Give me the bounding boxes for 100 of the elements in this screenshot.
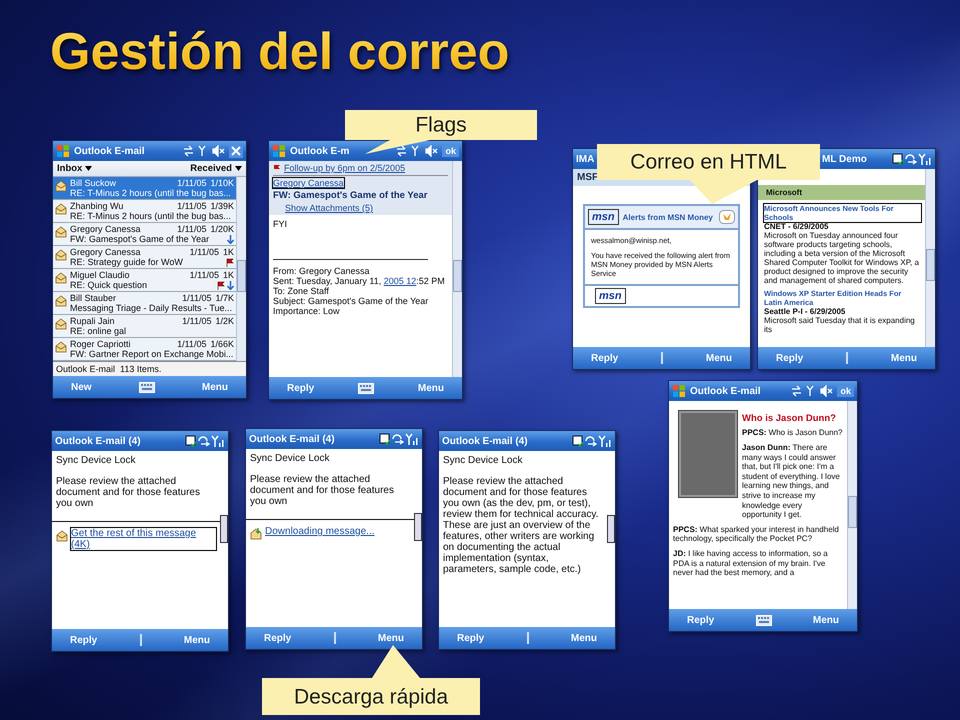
caret-icon[interactable] (85, 166, 92, 171)
article-paragraph: PPCS: What sparked your interest in handheld technology, specifically the Pocket PC? (673, 524, 840, 544)
message-row[interactable]: Bill Stauber 1/11/05 1/7K Messaging Triage - Daily Results - Tue... (53, 292, 236, 315)
status-icons-drawing[interactable] (185, 434, 225, 448)
folder-dropdown[interactable]: Inbox (57, 163, 82, 174)
envelope-icon (55, 226, 67, 238)
softkey-button[interactable]: Reply (287, 382, 314, 394)
message-subject: FW: Gamespot's Game of the Year (70, 234, 210, 244)
sender-name: Zhanbing Wu (70, 201, 124, 211)
message-subject: RE: T-Minus 2 hours (until the bug bas... (70, 188, 232, 198)
sender-name: Roger Capriotti (70, 339, 132, 349)
message-row[interactable]: Miguel Claudio 1/11/05 1K RE: Quick question (53, 269, 236, 292)
date-link[interactable]: 2005 12 (384, 276, 416, 286)
article-paragraph: PPCS: Who is Jason Dunn? (742, 428, 843, 438)
followup-link[interactable]: Follow-up by 6pm on 2/5/2005 (284, 163, 406, 173)
softkey-button[interactable]: New (71, 382, 92, 392)
message-row[interactable]: Rupali Jain 1/11/05 1/2K RE: online gal (53, 315, 236, 338)
envelope-icon (55, 180, 67, 192)
softkey-button[interactable]: Menu (706, 352, 732, 364)
status-icons-drawing[interactable] (572, 434, 612, 448)
caret-icon[interactable] (235, 166, 242, 171)
sender-name: Bill Suckow (70, 178, 118, 188)
ok-button[interactable]: ok (837, 385, 854, 397)
attachments-link[interactable]: Show Attachments (5) (285, 203, 374, 213)
callout-text: Flags (415, 113, 467, 137)
downloading-link[interactable]: Downloading message... (265, 526, 375, 537)
envelope-icon (55, 203, 67, 215)
window-title: Outlook E-mail (690, 386, 761, 396)
keyboard-icon[interactable] (358, 382, 374, 394)
message-date: 1/11/05 (177, 201, 206, 211)
header-line: Sent: Tuesday, January 11, 2005 12:52 PM (272, 276, 446, 286)
callout-text: Descarga rápida (294, 684, 448, 708)
ok-button[interactable]: ok (442, 145, 459, 157)
sender-link[interactable]: Gregory Canessa (273, 178, 344, 188)
softkey-button[interactable]: Menu (890, 352, 917, 364)
message-subject: RE: T-Minus 2 hours (until the bug bas... (70, 211, 232, 221)
section-header: Microsoft (758, 185, 925, 200)
message-row[interactable]: Bill Suckow 1/11/05 1/10K RE: T-Minus 2 hours (until the bug bas... (53, 177, 236, 200)
card-title: Alerts from MSN Money (622, 212, 714, 222)
envelope-icon (250, 528, 262, 540)
message-size: 1/2K (215, 316, 234, 326)
article-paragraph: JD: I like having access to information, so a PDA is a natural extension of my brain. I've never had the best memory, and a (673, 548, 829, 578)
message-row[interactable]: Gregory Canessa 1/11/05 1K RE: Strategy guide for WoW (53, 246, 236, 269)
article-heading: Who is Jason Dunn? (742, 413, 837, 424)
message-row[interactable]: Zhanbing Wu 1/11/05 1/39K RE: T-Minus 2 hours (until the bug bas... (53, 200, 236, 223)
softkey-button[interactable]: Menu (184, 634, 210, 646)
start-menu-icon[interactable] (272, 144, 286, 158)
envelope-icon (55, 341, 67, 353)
window-title: ML Demo (822, 154, 867, 164)
softkey-button[interactable]: Reply (687, 614, 714, 626)
window-title: Outlook E-mail (74, 146, 145, 156)
news-source: CNET - 6/29/2005 (764, 222, 830, 231)
message-subject: RE: Strategy guide for WoW (70, 257, 184, 267)
message-subject: Sync Device Lock (56, 455, 136, 466)
sort-dropdown[interactable]: Received (190, 163, 232, 174)
scrollbar[interactable] (220, 515, 228, 543)
window-title: Outlook E-mail (4) (55, 436, 141, 446)
softkey-button[interactable]: Reply (457, 632, 484, 644)
softkey-button[interactable]: Menu (812, 614, 839, 626)
message-size: 1/39K (210, 201, 234, 211)
get-rest-link[interactable]: Get the rest of this message (4K) (71, 528, 216, 550)
keyboard-icon[interactable] (756, 614, 772, 626)
softkey-button[interactable]: Reply (776, 352, 804, 364)
message-date: 1/11/05 (190, 270, 219, 280)
message-date: 1/11/05 (177, 224, 206, 234)
softkey-button[interactable]: Reply (591, 352, 618, 364)
msn-logo: msn (595, 288, 626, 304)
softkey-button[interactable]: Reply (70, 634, 98, 646)
scrollbar[interactable] (607, 515, 615, 543)
message-size: 1/10K (210, 178, 234, 188)
softkey-button[interactable]: Menu (570, 632, 597, 644)
softkey-button[interactable]: Reply (264, 632, 292, 644)
message-size: 1/20K (210, 224, 234, 234)
start-menu-icon[interactable] (672, 384, 686, 398)
message-row[interactable]: Roger Capriotti 1/11/05 1/66K FW: Gartner Report on Exchange Mobi... (53, 338, 236, 361)
keyboard-icon[interactable] (138, 382, 155, 392)
start-menu-icon[interactable] (56, 144, 70, 158)
scrollbar[interactable] (414, 513, 422, 541)
msn-logo: msn (588, 209, 619, 225)
softkey-button[interactable]: Menu (418, 382, 444, 394)
header-line: Importance: Low (272, 306, 341, 316)
header-line: Subject: Gamespot's Game of the Year (272, 296, 430, 306)
message-subject: FW: Gartner Report on Exchange Mobi... (70, 349, 234, 359)
message-row[interactable]: Gregory Canessa 1/11/05 1/20K FW: Gamespot's Game of the Year (53, 223, 236, 246)
news-summary: Microsoft said Tuesday that it is expanding its (764, 316, 916, 334)
message-body: Please review the attached document and for those features you own (250, 474, 395, 507)
close-icon[interactable] (229, 144, 243, 158)
status-icons-drawing[interactable] (379, 432, 419, 446)
message-subject: RE: Quick question (70, 280, 148, 290)
envelope-icon (56, 530, 68, 542)
message-date: 1/11/05 (182, 316, 212, 326)
softkey-button[interactable]: Menu (202, 382, 228, 392)
message-subject: Sync Device Lock (250, 453, 330, 464)
article-paragraph: Jason Dunn: There are many ways I could answer that, but I'll pick one: I'm a student of everything. I love learning new things, and strive to increase my knowledge every opportunity I get. (742, 442, 841, 520)
softkey-button[interactable]: Menu (378, 632, 404, 644)
envelope-icon (55, 249, 67, 261)
news-source: Seattle P-I - 6/29/2005 (764, 307, 846, 316)
message-size: 1K (222, 270, 234, 280)
message-body: Please review the attached document and for those features you own (as the dev, pm, or test), review them for technical accuracy. These are just an overview of the features, other writers are working on documenting the actual implementation (syntax, parameters, sample code, etc.) (443, 476, 600, 575)
status-icons-drawing[interactable] (892, 152, 932, 166)
